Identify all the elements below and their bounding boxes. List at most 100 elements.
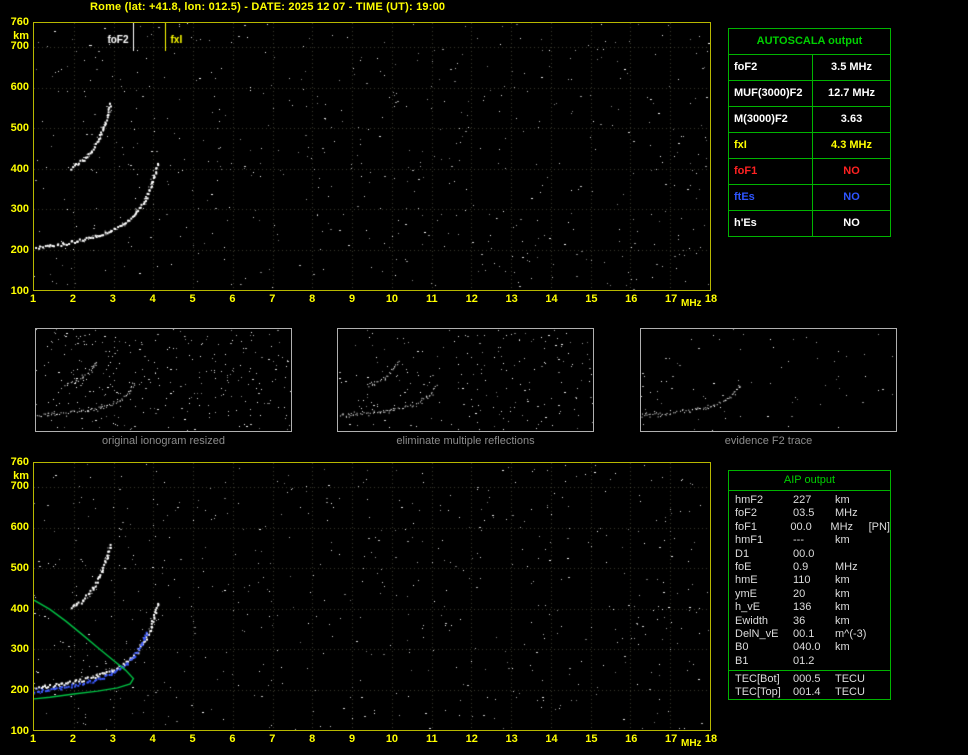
aip-param-value: 20 bbox=[793, 587, 806, 600]
thumbnail-evidence-f2-canvas bbox=[641, 329, 896, 431]
aip-param-note bbox=[875, 615, 890, 628]
x-axis-tick-15: 15 bbox=[585, 293, 598, 305]
x-axis-tick-1: 1 bbox=[29, 293, 37, 305]
aip-param-label: hmF1 bbox=[735, 534, 764, 547]
y-axis-tick-400: 400 bbox=[10, 602, 29, 615]
aip-param-value: 0.9 bbox=[793, 560, 809, 573]
autoscala-output-table: AUTOSCALA output foF2 3.5 MHz MUF(3000)F2 1… bbox=[728, 28, 891, 237]
aip-param-label: h_vE bbox=[735, 601, 761, 614]
aip-row-foe: foE 0.9 MHz bbox=[735, 561, 890, 574]
aip-row-b0: B0 040.0 km bbox=[735, 641, 890, 654]
thumbnail-eliminate-reflections bbox=[337, 328, 594, 432]
autoscala-param-label: M(3000)F2 bbox=[729, 107, 813, 132]
aip-param-note bbox=[875, 673, 890, 686]
x-axis-tick-11: 11 bbox=[425, 293, 438, 305]
autoscala-param-value: 3.5 MHz bbox=[831, 61, 872, 73]
y-axis-tick-200: 200 bbox=[10, 244, 29, 257]
aip-param-label: B0 bbox=[735, 641, 749, 654]
aip-row-hme: hmE 110 km bbox=[735, 574, 890, 587]
y-axis-tick-300: 300 bbox=[10, 643, 29, 656]
aip-row-b1: B1 01.2 bbox=[735, 655, 890, 668]
aip-param-label: hmE bbox=[735, 574, 758, 587]
bottom-ionogram-panel bbox=[33, 462, 711, 731]
aip-row-ewidth: Ewidth 36 km bbox=[735, 615, 890, 628]
x-axis-tick-10: 10 bbox=[385, 293, 399, 305]
x-axis-unit-label: MHz bbox=[681, 738, 702, 749]
x-axis-unit-label: MHz bbox=[681, 298, 702, 309]
x-axis-tick-7: 7 bbox=[269, 733, 276, 745]
x-axis-tick-6: 6 bbox=[229, 293, 236, 305]
autoscala-param-value: 3.63 bbox=[840, 113, 863, 125]
x-axis-tick-15: 15 bbox=[585, 733, 598, 745]
autoscala-param-label: h'Es bbox=[729, 211, 813, 236]
aip-param-unit: m^(-3) bbox=[835, 627, 867, 640]
aip-param-value: 00.1 bbox=[793, 627, 815, 640]
aip-param-unit: km bbox=[835, 587, 850, 600]
autoscala-param-value: NO bbox=[843, 217, 860, 229]
aip-param-label: foF2 bbox=[735, 507, 758, 520]
thumbnail-original-ionogram bbox=[35, 328, 292, 432]
aip-row-tectop: TEC[Top] 001.4 TECU bbox=[735, 686, 890, 699]
aip-param-unit bbox=[835, 548, 875, 561]
aip-param-unit: km bbox=[835, 641, 850, 654]
autoscala-param-label: MUF(3000)F2 bbox=[729, 81, 813, 106]
x-axis-tick-8: 8 bbox=[309, 293, 316, 305]
thumbnail-original-canvas bbox=[36, 329, 291, 431]
x-axis-tick-5: 5 bbox=[189, 733, 196, 745]
top-ionogram-canvas bbox=[34, 23, 710, 290]
aip-param-note bbox=[875, 588, 890, 601]
autoscala-param-label: foF1 bbox=[729, 159, 813, 184]
autoscala-row-fof1: foF1 NO bbox=[729, 159, 890, 185]
y-axis-tick-700: 700 bbox=[10, 40, 29, 53]
autoscala-row-fxi: fxI 4.3 MHz bbox=[729, 133, 890, 159]
bottom-ionogram-canvas bbox=[34, 463, 710, 730]
aip-param-value: 00.0 bbox=[793, 547, 815, 560]
autoscala-param-label: foF2 bbox=[729, 55, 813, 80]
x-axis-tick-11: 11 bbox=[425, 733, 438, 745]
autoscala-row-fof2: foF2 3.5 MHz bbox=[729, 55, 890, 81]
autoscala-table-title: AUTOSCALA output bbox=[729, 29, 890, 55]
aip-param-value: 110 bbox=[793, 574, 811, 587]
y-axis-tick-500: 500 bbox=[10, 121, 29, 134]
aip-param-note bbox=[875, 534, 890, 547]
caption-evidence-f2-trace: evidence F2 trace bbox=[724, 435, 813, 447]
y-axis-tick-600: 600 bbox=[10, 521, 29, 534]
aip-param-note: [PN] bbox=[868, 520, 890, 533]
aip-param-unit: TECU bbox=[835, 686, 865, 699]
aip-param-note bbox=[875, 641, 890, 654]
x-axis-tick-12: 12 bbox=[465, 293, 478, 305]
aip-row-hmf2: hmF2 227 km bbox=[735, 494, 890, 507]
aip-param-label: foE bbox=[735, 560, 752, 573]
aip-row-hmf1: hmF1 --- km bbox=[735, 534, 890, 547]
aip-param-value: 03.5 bbox=[793, 507, 815, 520]
x-axis-tick-2: 2 bbox=[69, 733, 76, 745]
aip-param-note bbox=[875, 574, 890, 587]
autoscala-param-value: 4.3 MHz bbox=[831, 139, 872, 151]
page-title: Rome (lat: +41.8, lon: 012.5) - DATE: 20… bbox=[90, 1, 446, 13]
autoscala-param-value: 12.7 MHz bbox=[827, 87, 876, 99]
x-axis-tick-2: 2 bbox=[69, 293, 76, 305]
aip-param-unit: TECU bbox=[835, 673, 865, 686]
y-axis-unit-label: km bbox=[13, 470, 29, 482]
autoscala-param-value: NO bbox=[843, 165, 860, 177]
aip-param-value: 227 bbox=[793, 494, 812, 506]
aip-param-label: TEC[Bot] bbox=[735, 673, 780, 686]
x-axis-tick-6: 6 bbox=[229, 733, 236, 745]
aip-param-value: 000.5 bbox=[793, 673, 821, 686]
autoscala-row-hes: h'Es NO bbox=[729, 211, 890, 236]
y-axis-unit-label: km bbox=[13, 30, 29, 42]
x-axis-tick-3: 3 bbox=[109, 293, 116, 305]
y-axis-tick-200: 200 bbox=[10, 684, 29, 697]
autoscala-param-label: fxI bbox=[729, 133, 813, 158]
aip-output-table: AIP output hmF2 227 km foF2 03.5 MHz foF1 00.0 M… bbox=[728, 470, 891, 700]
aip-param-unit bbox=[835, 655, 875, 668]
aip-row-fof1: foF1 00.0 MHz [PN] bbox=[735, 521, 890, 534]
x-axis-tick-13: 13 bbox=[505, 293, 518, 305]
x-axis-tick-1: 1 bbox=[29, 733, 37, 745]
aip-param-value: 040.0 bbox=[793, 641, 821, 654]
aip-param-note bbox=[875, 548, 890, 561]
aip-param-label: D1 bbox=[735, 547, 750, 560]
aip-param-unit: km bbox=[835, 614, 850, 627]
x-axis-tick-9: 9 bbox=[348, 733, 356, 745]
x-axis-tick-14: 14 bbox=[545, 293, 558, 305]
